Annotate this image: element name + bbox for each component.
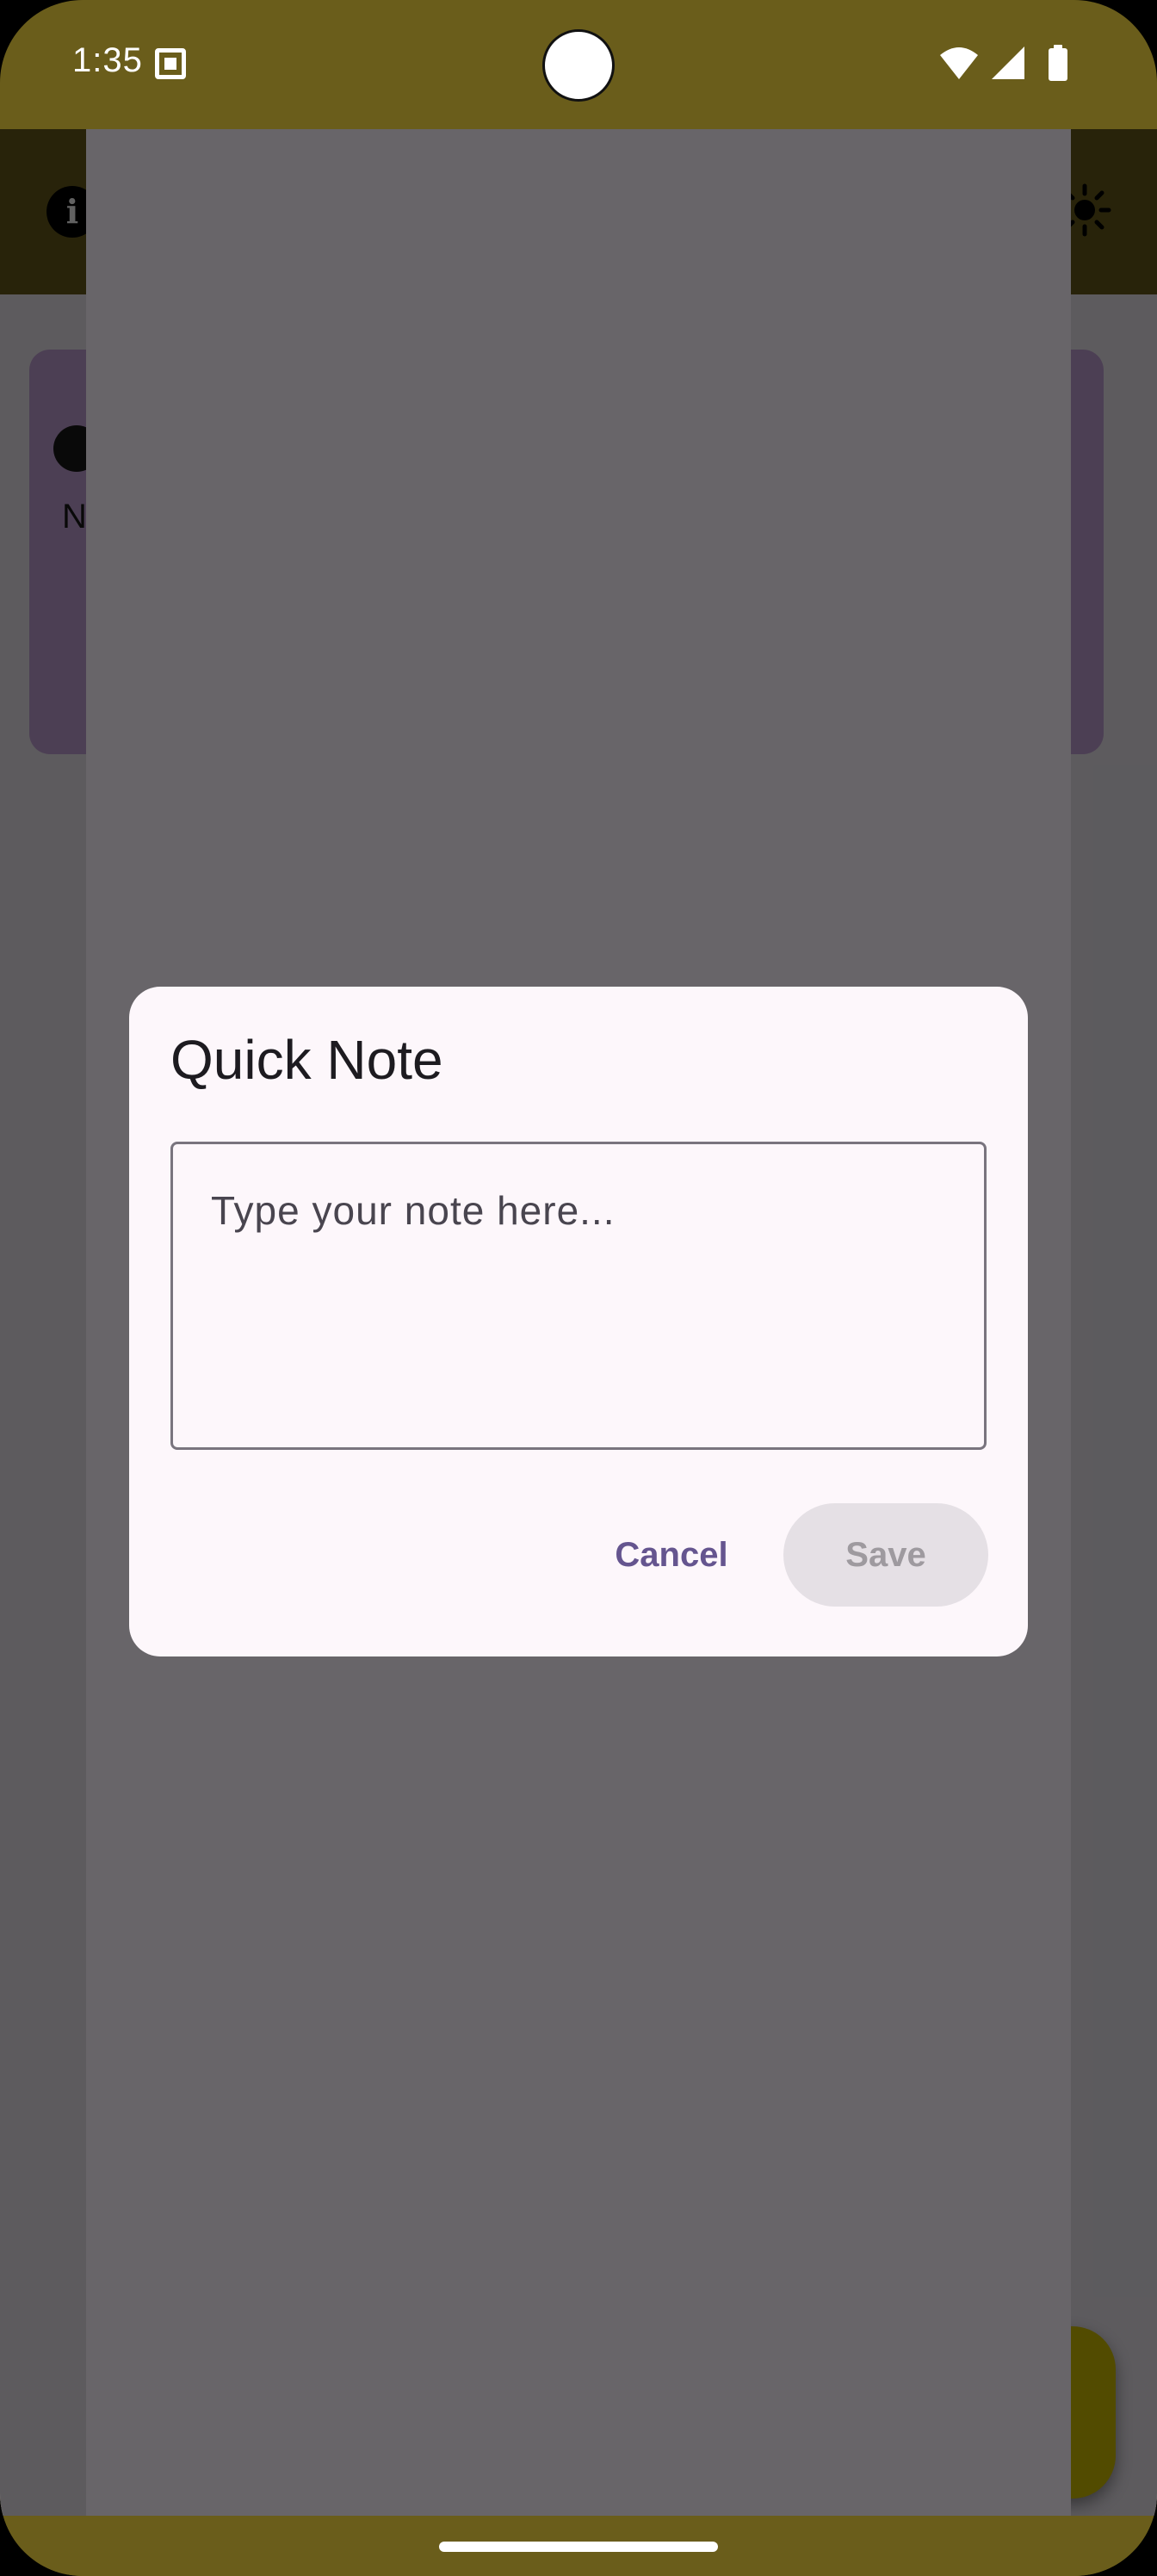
status-bar: 1:35 xyxy=(0,0,1157,129)
cellular-signal-icon xyxy=(992,46,1024,79)
front-camera-cutout xyxy=(542,29,615,102)
dialog-title: Quick Note xyxy=(170,1029,443,1091)
status-icons xyxy=(938,45,1093,83)
device-screen: i N ⋮ 1:35 Quick Note xyxy=(0,0,1157,2576)
save-button[interactable]: Save xyxy=(783,1503,988,1607)
home-gesture-handle[interactable] xyxy=(439,2542,718,2552)
battery-icon xyxy=(1049,48,1067,81)
note-input[interactable] xyxy=(170,1142,987,1450)
status-time: 1:35 xyxy=(72,41,143,79)
wifi-icon xyxy=(940,47,978,79)
sim-card-icon xyxy=(155,48,186,79)
quick-note-dialog: Quick Note Cancel Save xyxy=(129,987,1028,1656)
cancel-button[interactable]: Cancel xyxy=(577,1503,766,1607)
